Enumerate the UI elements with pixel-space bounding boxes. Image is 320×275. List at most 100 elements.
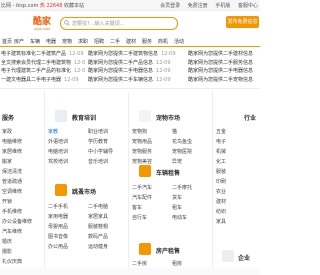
ticker-item[interactable]: 酷家网为您提供二手产品信息 12-09: [88, 59, 184, 68]
service-link[interactable]: 手机维修: [2, 208, 22, 215]
ticker-item[interactable]: 电子代理建筑二手产品的标准化12-09: [1, 67, 85, 76]
industry-link[interactable]: 电子: [216, 138, 226, 145]
service-link[interactable]: 空调维修: [2, 188, 22, 195]
vehicle-link[interactable]: 二手汽车: [132, 184, 152, 191]
industry-link[interactable]: 化工: [216, 158, 226, 165]
education-link[interactable]: 外语培训: [48, 138, 68, 145]
vehicle-link[interactable]: 二手摩托: [172, 184, 192, 191]
education-link[interactable]: 电脑培训: [48, 148, 68, 155]
service-link[interactable]: 办公设备维修: [2, 218, 32, 225]
market-link[interactable]: 二手电脑: [88, 203, 108, 210]
industry-link[interactable]: 农业: [216, 188, 226, 195]
pets-link[interactable]: 猫: [172, 128, 177, 135]
pets-link[interactable]: 花鸟鱼虫: [172, 138, 192, 145]
estate-link[interactable]: 租房: [172, 260, 182, 267]
nav-home[interactable]: 首页: [2, 38, 12, 45]
ticker-item[interactable]: 酷家网为您提供二手电器信息: [188, 67, 259, 76]
register-link[interactable]: 免费注册: [188, 3, 208, 9]
nav-estate[interactable]: 房产: [14, 38, 24, 45]
service-link[interactable]: 保洁清洗: [2, 168, 22, 175]
nav-jobseek[interactable]: 求职: [78, 38, 88, 45]
nav-activity[interactable]: 活动: [174, 38, 184, 45]
bookmark-link[interactable]: 收藏本站: [64, 3, 84, 9]
vehicle-link[interactable]: 货车: [172, 194, 182, 201]
vehicle-link[interactable]: 电动车: [172, 214, 187, 221]
nav-business[interactable]: 商机: [158, 38, 168, 45]
search-box[interactable]: 您要找?…输入关键词…: [60, 17, 178, 30]
vehicle-link[interactable]: 自行车: [132, 214, 147, 221]
nav-vehicle[interactable]: 车辆: [30, 38, 40, 45]
market-link[interactable]: 家用电器: [48, 213, 68, 220]
site-domain: 比网 - iksp.com: [1, 3, 39, 9]
education-link[interactable]: 学历教育: [88, 138, 108, 145]
market-link[interactable]: 办公用品: [48, 243, 68, 250]
ticker-item[interactable]: 酷家网为您提供二手车辆信息 12-09: [88, 76, 184, 85]
market-link[interactable]: 母婴用品: [48, 223, 68, 230]
market-link[interactable]: 图书音像: [48, 233, 68, 240]
top-bar: 比网 - iksp.com 热 22648 收藏本站 会员登录 免费注册 手机版…: [0, 0, 260, 11]
login-link[interactable]: 会员登录: [160, 3, 180, 9]
estate-link[interactable]: 二手房: [132, 260, 147, 267]
service-link[interactable]: 家政: [2, 128, 12, 135]
ticker-item[interactable]: 酷家网为您提供二手电器信息 12-09: [88, 67, 184, 76]
market-link[interactable]: 二手手机: [48, 203, 68, 210]
ticker-item[interactable]: 全文搜索会员代理二手电建筑物12-09: [1, 59, 85, 68]
pets-link[interactable]: 宠物美容: [132, 158, 152, 165]
pets-link[interactable]: 宠物医院: [172, 148, 192, 155]
service-link[interactable]: 礼仪庆典: [2, 258, 22, 265]
search-input[interactable]: 您要找?…输入关键词…: [72, 20, 125, 27]
ticker-column-2: 酷家网为您提供二手建筑物信息 12-09 酷家网为您提供二手产品信息 12-09 酷…: [88, 50, 184, 84]
enterprise-icon: [222, 250, 234, 262]
post-free-info-button[interactable]: 发布免费信息: [226, 16, 259, 28]
pets-link[interactable]: 宠物服务: [132, 148, 152, 155]
mobile-link[interactable]: 手机版: [215, 3, 230, 9]
service-link[interactable]: 开锁: [2, 198, 12, 205]
education-link[interactable]: 中小学辅导: [88, 148, 113, 155]
industry-link[interactable]: 机械: [216, 148, 226, 155]
industry-link[interactable]: 五金: [216, 128, 226, 135]
industry-link[interactable]: 家具: [216, 218, 226, 225]
service-link[interactable]: 汽车维修: [2, 228, 22, 235]
ticker-item[interactable]: 酷家网为您提供二手服务信息: [188, 59, 259, 68]
market-link[interactable]: 服装鞋帽: [88, 223, 108, 230]
section-title-vehicle: 车辆租售: [156, 170, 181, 177]
service-link[interactable]: 搬家: [2, 158, 12, 165]
ticker-item[interactable]: 电子建筑标准化二手建筑产品 12-09: [1, 50, 85, 59]
pets-link[interactable]: 宠物用品: [132, 138, 152, 145]
industry-link[interactable]: 建材: [216, 198, 226, 205]
education-link[interactable]: 驾校培训: [48, 158, 68, 165]
industry-link[interactable]: 印刷: [216, 178, 226, 185]
nav-appliance[interactable]: 电器: [46, 38, 56, 45]
nav-service[interactable]: 服务: [142, 38, 152, 45]
market-icon: [55, 184, 67, 196]
education-link[interactable]: 职业培训: [88, 128, 108, 135]
nav-secondhand[interactable]: 二手: [110, 38, 120, 45]
site-logo[interactable]: 酷家 KUJIA.COM: [28, 17, 56, 34]
pets-link[interactable]: 异宠: [172, 158, 182, 165]
vehicle-link[interactable]: 客车: [132, 204, 142, 211]
market-link[interactable]: 家居家具: [88, 213, 108, 220]
service-link[interactable]: 婚庆: [2, 238, 12, 245]
nav-pets[interactable]: 宠物: [62, 38, 72, 45]
service-link[interactable]: 管道疏通: [2, 178, 22, 185]
industry-link[interactable]: 服装: [216, 168, 226, 175]
vehicle-link[interactable]: 租车: [172, 204, 182, 211]
ticker-item[interactable]: 一建文电器具二手电子电器 12-09: [1, 76, 85, 85]
industry-link[interactable]: 纺织: [216, 208, 226, 215]
logo-subtext: KUJIA.COM: [34, 27, 50, 31]
nav-hiring[interactable]: 招聘: [94, 38, 104, 45]
nav-building[interactable]: 建材: [126, 38, 136, 45]
service-link[interactable]: 家居维修: [2, 148, 22, 155]
vehicle-link[interactable]: 汽车配件: [132, 194, 152, 201]
pets-link[interactable]: 宠物狗: [132, 128, 147, 135]
ticker-item[interactable]: 酷家网为您提供二手宠物信息: [188, 76, 259, 85]
service-link[interactable]: 摄影: [2, 248, 12, 255]
ticker-item[interactable]: 酷家网为您提供二手建材信息: [188, 50, 259, 59]
education-link[interactable]: 家教: [48, 128, 58, 135]
education-link[interactable]: 音乐培训: [88, 158, 108, 165]
market-link[interactable]: 运动健身: [88, 243, 108, 250]
service-center-link[interactable]: 客服中心: [238, 3, 258, 9]
market-link[interactable]: 数码产品: [88, 233, 108, 240]
service-link[interactable]: 电脑维修: [2, 138, 22, 145]
ticker-item[interactable]: 酷家网为您提供二手建筑物信息 12-09: [88, 50, 184, 59]
